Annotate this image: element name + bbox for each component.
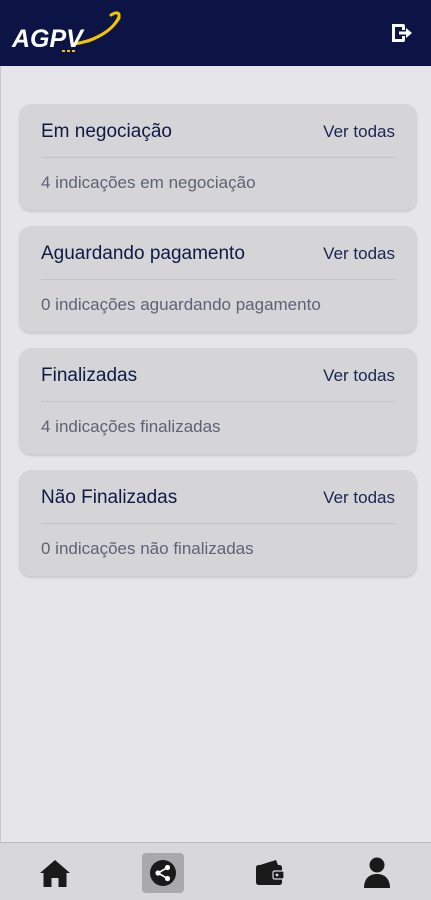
ver-todas-link[interactable]: Ver todas — [323, 488, 395, 508]
card-header: Aguardando pagamento Ver todas — [41, 226, 395, 280]
card-finalizadas: Finalizadas Ver todas 4 indicações final… — [19, 348, 417, 454]
card-header: Não Finalizadas Ver todas — [41, 470, 395, 524]
card-summary: 0 indicações não finalizadas — [41, 539, 254, 558]
card-header: Em negociação Ver todas — [41, 104, 395, 158]
logo-wordmark: AGPV — [11, 25, 85, 53]
card-title: Em negociação — [41, 121, 172, 142]
card-title: Não Finalizadas — [41, 487, 178, 508]
card-title: Finalizadas — [41, 365, 138, 386]
logout-button[interactable] — [387, 19, 415, 47]
nav-home-button[interactable] — [34, 853, 76, 893]
nav-profile-button[interactable] — [356, 853, 398, 893]
nav-share-button[interactable] — [142, 853, 184, 893]
wallet-icon — [256, 860, 285, 885]
card-summary: 0 indicações aguardando pagamento — [41, 295, 321, 314]
profile-icon — [364, 857, 390, 888]
nav-wallet-button[interactable] — [249, 853, 291, 893]
ver-todas-link[interactable]: Ver todas — [323, 244, 395, 264]
card-nao-finalizadas: Não Finalizadas Ver todas 0 indicações n… — [19, 470, 417, 576]
top-app-bar: AGPV — [0, 0, 431, 66]
card-title: Aguardando pagamento — [41, 243, 245, 264]
main-content: Em negociação Ver todas 4 indicações em … — [0, 66, 431, 842]
share-icon — [150, 860, 176, 886]
card-em-negociacao: Em negociação Ver todas 4 indicações em … — [19, 104, 417, 210]
home-icon — [40, 860, 70, 887]
ver-todas-link[interactable]: Ver todas — [323, 122, 395, 142]
card-aguardando-pagamento: Aguardando pagamento Ver todas 0 indicaç… — [19, 226, 417, 332]
bottom-navigation — [0, 842, 431, 900]
agpv-logo[interactable]: AGPV — [10, 8, 126, 58]
logout-icon — [392, 24, 412, 42]
ver-todas-link[interactable]: Ver todas — [323, 366, 395, 386]
card-header: Finalizadas Ver todas — [41, 348, 395, 402]
card-summary: 4 indicações em negociação — [41, 173, 256, 192]
card-summary: 4 indicações finalizadas — [41, 417, 221, 436]
